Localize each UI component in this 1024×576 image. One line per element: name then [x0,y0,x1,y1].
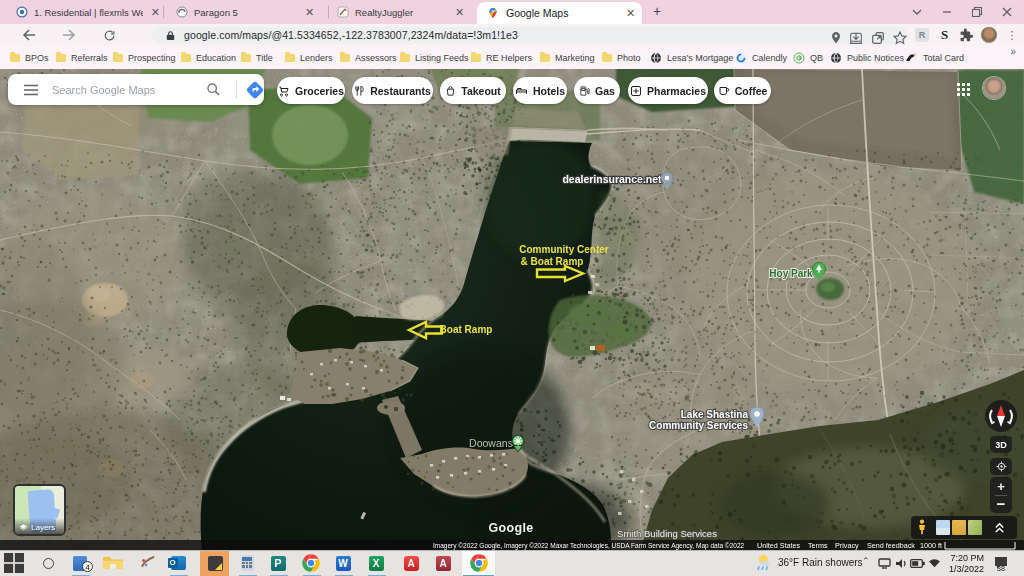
svg-text:Google: Google [489,521,534,535]
svg-text:dealerinsurance.net: dealerinsurance.net [562,173,662,185]
svg-text:Hoy Park: Hoy Park [769,268,813,279]
svg-text:Community Center: Community Center [519,244,609,255]
svg-text:38: 38 [997,565,1005,572]
svg-text:Smith Building Services: Smith Building Services [617,528,717,539]
svg-text:Community Services: Community Services [649,420,748,431]
svg-text:& Boat Ramp: & Boat Ramp [521,256,584,267]
svg-text:Doowans: Doowans [469,437,513,449]
svg-text:Boat Ramp: Boat Ramp [440,324,493,335]
svg-text:Lake Shastina: Lake Shastina [681,409,749,420]
